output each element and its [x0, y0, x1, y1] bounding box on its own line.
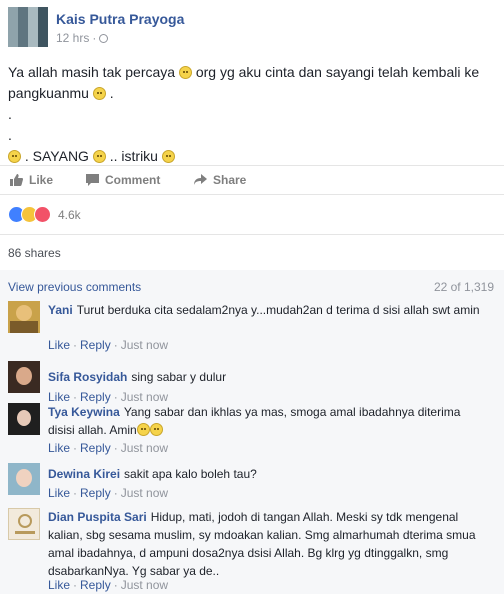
commenter-avatar[interactable]: [8, 361, 40, 393]
comment-like-link[interactable]: Like: [48, 578, 70, 592]
thumbs-up-icon: [10, 174, 23, 186]
facebook-post: Kais Putra Prayoga 12 hrs · Ya allah masi…: [0, 0, 504, 594]
comment-like-link[interactable]: Like: [48, 486, 70, 500]
dot-separator: ·: [113, 338, 118, 352]
comment-item: Dian Puspita Sari Hidup, mati, jodoh di t…: [8, 508, 496, 592]
sad-emoji-icon: [161, 150, 175, 163]
comment-timestamp[interactable]: Just now: [121, 338, 168, 352]
body-text: .: [109, 85, 114, 101]
crying-emoji-icon: [178, 66, 192, 79]
comment-item: Tya Keywina Yang sabar dan ikhlas ya mas,…: [8, 403, 496, 457]
comment-actions: Like · Reply · Just now: [48, 486, 168, 500]
commenter-avatar[interactable]: [8, 463, 40, 495]
shares-count[interactable]: 86 shares: [8, 246, 61, 260]
comment-timestamp[interactable]: Just now: [121, 441, 168, 455]
dot-separator: ·: [73, 578, 78, 592]
post-meta: 12 hrs ·: [56, 31, 109, 45]
commenter-name[interactable]: Tya Keywina: [48, 405, 120, 419]
body-text: pangkuanmu: [8, 85, 89, 101]
dot-separator: ·: [73, 338, 78, 352]
comment-page-count: 22 of 1,319: [433, 280, 494, 294]
comment-timestamp[interactable]: Just now: [121, 486, 168, 500]
comment-icon: [86, 174, 99, 186]
meta-separator: ·: [92, 31, 97, 45]
body-line-3: .: [8, 106, 12, 122]
body-text: .. istriku: [109, 148, 158, 164]
crying-emoji-icon: [149, 423, 163, 436]
view-previous-comments-link[interactable]: View previous comments: [8, 280, 141, 294]
comment-text: Dian Puspita Sari Hidup, mati, jodoh di t…: [48, 508, 488, 580]
comment-like-link[interactable]: Like: [48, 390, 70, 404]
commenter-name[interactable]: Dewina Kirei: [48, 467, 120, 481]
body-text: Ya allah masih tak percaya: [8, 64, 176, 80]
divider: [0, 234, 504, 235]
comment-body: Turut berduka cita sedalam2nya y...mudah…: [76, 303, 480, 317]
crying-emoji-icon: [92, 87, 106, 100]
commenter-avatar[interactable]: [8, 403, 40, 435]
comment-actions: Like · Reply · Just now: [48, 578, 168, 592]
globe-icon: [99, 34, 109, 43]
comment-like-link[interactable]: Like: [48, 441, 70, 455]
reaction-count: 4.6k: [58, 208, 81, 222]
comment-actions: Like · Reply · Just now: [48, 338, 168, 352]
comment-timestamp[interactable]: Just now: [121, 390, 168, 404]
dot-separator: ·: [73, 486, 78, 500]
author-avatar[interactable]: [8, 7, 48, 47]
comment-like-link[interactable]: Like: [48, 338, 70, 352]
comment-item: Dewina Kirei sakit apa kalo boleh tau? Li…: [8, 463, 496, 500]
commenter-avatar[interactable]: [8, 508, 40, 540]
commenter-avatar[interactable]: [8, 301, 40, 333]
commenter-name[interactable]: Yani: [48, 303, 73, 317]
post-timestamp[interactable]: 12 hrs: [56, 31, 89, 45]
comment-reply-link[interactable]: Reply: [80, 338, 111, 352]
comment-item: Sifa Rosyidah sing sabar y dulur Like · Rep…: [8, 361, 496, 404]
smile-emoji-icon: [136, 423, 150, 436]
comment-actions: Like · Reply · Just now: [48, 441, 168, 455]
like-label: Like: [29, 173, 54, 187]
commenter-name[interactable]: Sifa Rosyidah: [48, 370, 127, 384]
body-text: . SAYANG: [24, 148, 89, 164]
comment-button[interactable]: Comment: [86, 173, 160, 187]
comment-reply-link[interactable]: Reply: [80, 441, 111, 455]
share-arrow-icon: [194, 174, 207, 185]
dot-separator: ·: [73, 441, 78, 455]
love-icon: [34, 206, 51, 223]
dot-separator: ·: [113, 578, 118, 592]
dot-separator: ·: [113, 486, 118, 500]
comment-text: Sifa Rosyidah sing sabar y dulur: [48, 368, 488, 386]
dot-separator: ·: [113, 390, 118, 404]
comment-item: Yani Turut berduka cita sedalam2nya y...m…: [8, 301, 496, 355]
body-line-1: Ya allah masih tak percaya org yg aku ci…: [8, 62, 496, 83]
post-action-bar: Like Comment Share: [0, 165, 504, 195]
share-label: Share: [213, 173, 247, 187]
comment-actions: Like · Reply · Just now: [48, 390, 168, 404]
crying-emoji-icon: [8, 150, 21, 163]
comment-body: sakit apa kalo boleh tau?: [124, 467, 257, 481]
comment-body: sing sabar y dulur: [131, 370, 227, 384]
body-text: org yg aku cinta dan sayangi telah kemba…: [195, 64, 480, 80]
crying-emoji-icon: [92, 150, 106, 163]
comment-text: Yani Turut berduka cita sedalam2nya y...m…: [48, 301, 488, 319]
like-button[interactable]: Like: [10, 173, 53, 187]
share-button[interactable]: Share: [194, 173, 246, 187]
dot-separator: ·: [113, 441, 118, 455]
comment-label: Comment: [105, 173, 161, 187]
body-line-2: pangkuanmu .: [8, 83, 496, 104]
author-name[interactable]: Kais Putra Prayoga: [56, 11, 184, 27]
post-body: Ya allah masih tak percaya org yg aku ci…: [8, 62, 496, 167]
comment-text: Tya Keywina Yang sabar dan ikhlas ya mas,…: [48, 403, 488, 439]
comments-section: View previous comments 22 of 1,319 Yani T…: [0, 270, 504, 594]
commenter-name[interactable]: Dian Puspita Sari: [48, 510, 147, 524]
body-line-4: .: [8, 127, 12, 143]
comment-timestamp[interactable]: Just now: [121, 578, 168, 592]
body-line-5: . SAYANG .. istriku: [8, 146, 496, 167]
comment-text: Dewina Kirei sakit apa kalo boleh tau?: [48, 465, 488, 483]
comment-reply-link[interactable]: Reply: [80, 390, 111, 404]
comment-reply-link[interactable]: Reply: [80, 578, 111, 592]
comment-reply-link[interactable]: Reply: [80, 486, 111, 500]
dot-separator: ·: [73, 390, 78, 404]
